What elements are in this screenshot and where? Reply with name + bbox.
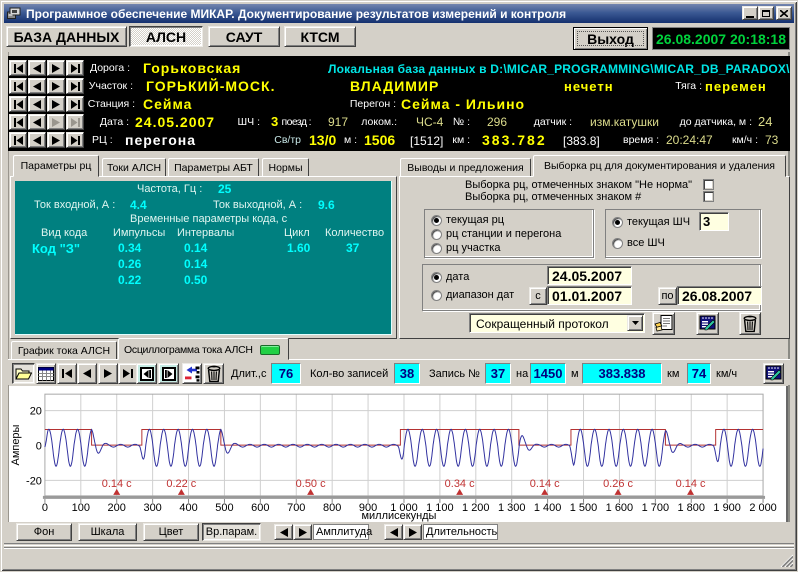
svg-text:700: 700 — [287, 502, 305, 514]
svg-text:1 400: 1 400 — [534, 502, 561, 514]
svg-text:0: 0 — [36, 441, 42, 453]
svg-text:500: 500 — [215, 502, 233, 514]
svg-text:20: 20 — [30, 406, 42, 418]
svg-text:100: 100 — [72, 502, 90, 514]
svg-text:600: 600 — [251, 502, 269, 514]
svg-text:300: 300 — [143, 502, 161, 514]
svg-text:800: 800 — [323, 502, 341, 514]
svg-text:400: 400 — [179, 502, 197, 514]
svg-text:1 300: 1 300 — [498, 502, 525, 514]
svg-text:2 000: 2 000 — [749, 502, 776, 514]
svg-text:1 700: 1 700 — [642, 502, 669, 514]
svg-text:1 600: 1 600 — [606, 502, 633, 514]
svg-text:1 500: 1 500 — [570, 502, 597, 514]
svg-text:миллисекунды: миллисекунды — [362, 510, 437, 522]
svg-text:1 200: 1 200 — [462, 502, 489, 514]
svg-text:0.22 с: 0.22 с — [166, 478, 196, 490]
svg-text:0.14 с: 0.14 с — [530, 478, 560, 490]
svg-text:0.50 с: 0.50 с — [296, 478, 326, 490]
svg-text:0.26 с: 0.26 с — [603, 478, 633, 490]
svg-text:Амперы: Амперы — [10, 424, 22, 465]
svg-text:-20: -20 — [26, 475, 42, 487]
svg-text:1 800: 1 800 — [678, 502, 705, 514]
svg-text:0.34 с: 0.34 с — [445, 478, 475, 490]
svg-text:0.14 с: 0.14 с — [102, 478, 132, 490]
svg-text:0: 0 — [42, 502, 48, 514]
svg-text:200: 200 — [108, 502, 126, 514]
svg-text:0.14 с: 0.14 с — [676, 478, 706, 490]
svg-text:1 900: 1 900 — [713, 502, 740, 514]
